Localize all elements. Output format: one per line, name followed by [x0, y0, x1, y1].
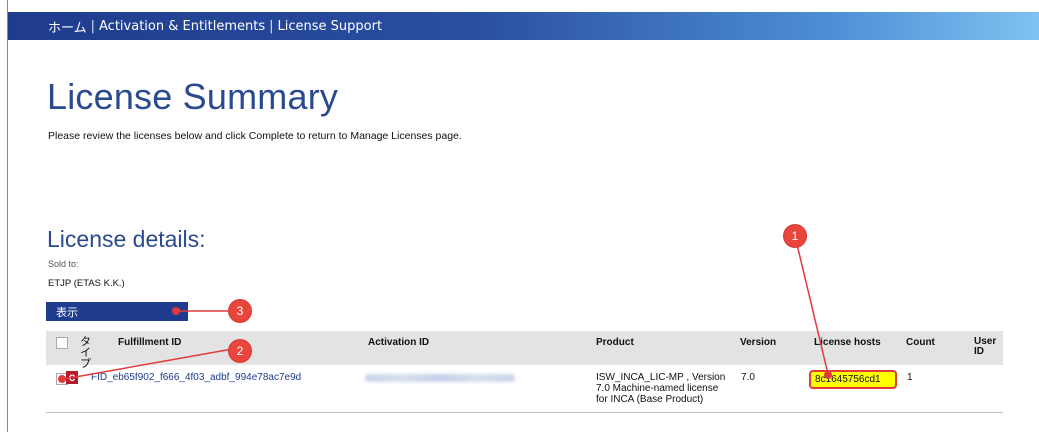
product-line-3: for INCA (Base Product) [596, 394, 704, 405]
activation-id-blurred [365, 374, 515, 382]
instructions-text: Please review the licenses below and cli… [48, 130, 462, 142]
count-cell: 1 [907, 372, 913, 383]
callout-badge-3: 3 [229, 300, 251, 322]
sold-to-label: Sold to: [48, 259, 79, 269]
certificate-icon: C [66, 371, 78, 384]
callout-3-marker [172, 307, 180, 315]
header-count[interactable]: Count [906, 337, 935, 348]
product-cell: ISW_INCA_LIC-MP , Version 7.0 Machine-na… [596, 372, 725, 405]
page-title: License Summary [47, 76, 339, 117]
sold-to-value: ETJP (ETAS K.K.) [48, 278, 125, 289]
callout-badge-1: 1 [784, 225, 806, 247]
header-product[interactable]: Product [596, 337, 634, 348]
callout-1-marker [824, 371, 832, 379]
window-border [7, 0, 8, 432]
select-all-checkbox[interactable] [56, 337, 68, 349]
callout-badge-2: 2 [229, 340, 251, 362]
product-line-2: 7.0 Machine-named license [596, 383, 719, 394]
nav-separator: | [90, 18, 96, 34]
annotation-lines [63, 235, 829, 380]
header-license-hosts[interactable]: License hosts [814, 337, 881, 348]
nav-home-link[interactable]: ホーム [48, 17, 87, 36]
license-host-highlight: 8c1645756cd1 [809, 370, 897, 389]
view-dropdown[interactable]: 表示 [46, 302, 188, 321]
nav-activation-link[interactable]: Activation & Entitlements [99, 19, 265, 34]
header-version[interactable]: Version [740, 337, 776, 348]
section-title: License details: [47, 226, 206, 252]
header-activation-id[interactable]: Activation ID [368, 337, 429, 348]
view-dropdown-label: 表示 [56, 305, 78, 319]
header-user-id[interactable]: User ID [974, 337, 996, 357]
top-nav-bar: ホーム | Activation & Entitlements | Licens… [8, 12, 1039, 40]
version-cell: 7.0 [741, 372, 755, 383]
header-type[interactable]: タイプ [80, 336, 96, 369]
nav-support-link[interactable]: License Support [278, 19, 383, 34]
product-line-1: ISW_INCA_LIC-MP , Version [596, 372, 726, 383]
header-fulfillment-id[interactable]: Fulfillment ID [118, 337, 181, 348]
row-divider [46, 412, 1003, 413]
nav-separator: | [269, 18, 274, 34]
fulfillment-id-link[interactable]: FID_eb65f902_f666_4f03_adbf_994e78ac7e9d [91, 372, 301, 383]
table-header: タイプ Fulfillment ID Activation ID Product… [46, 331, 1003, 369]
callout-2-marker [58, 375, 66, 383]
